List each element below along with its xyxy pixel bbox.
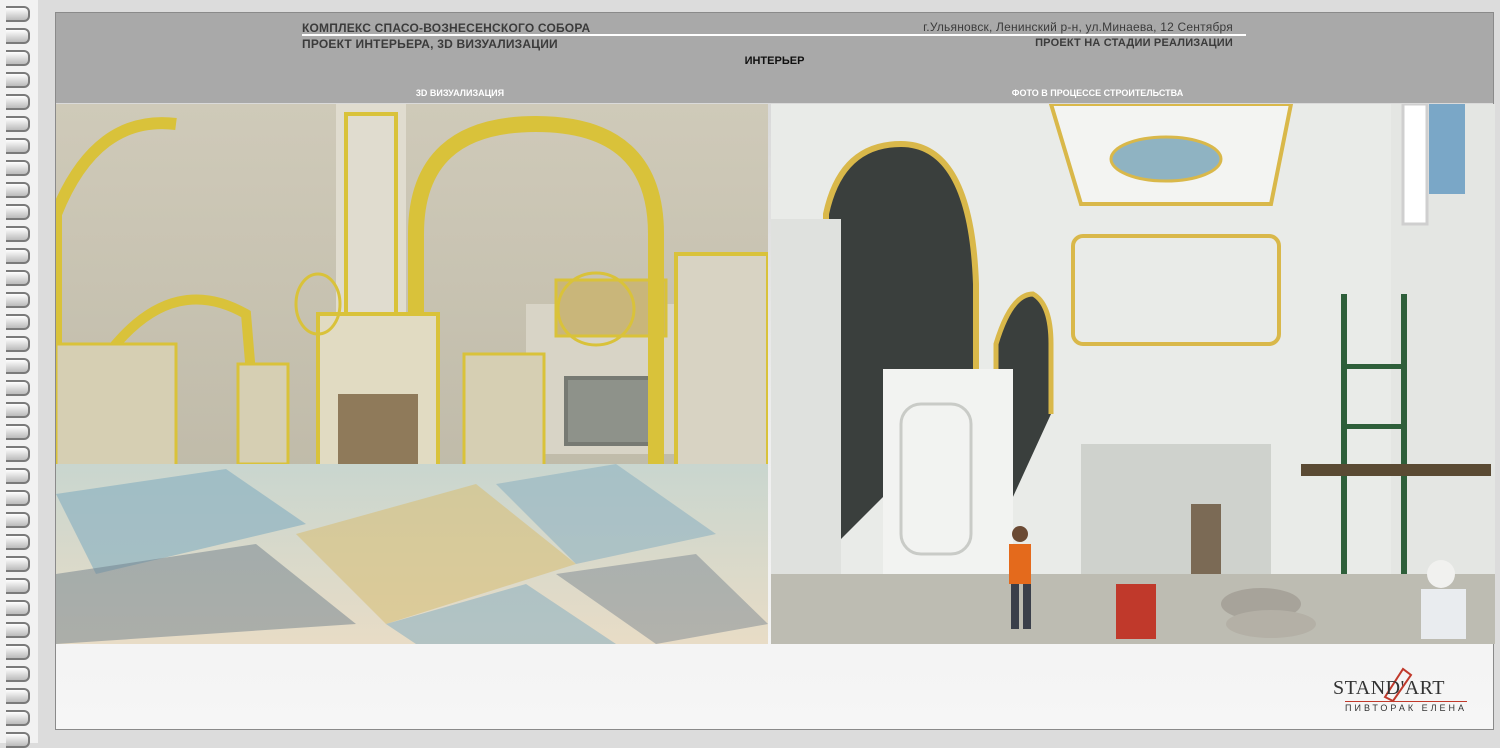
binding-ring [6, 578, 30, 594]
logo-brand: STAND'ART [1333, 677, 1445, 699]
studio-logo: STAND'ART ПИВТОРАК ЕЛЕНА [1307, 667, 1467, 715]
binding-ring [6, 512, 30, 528]
binding-ring [6, 160, 30, 176]
project-status: ПРОЕКТ НА СТАДИИ РЕАЛИЗАЦИИ [1035, 37, 1233, 49]
binding-ring [6, 138, 30, 154]
binding-ring [6, 380, 30, 396]
binding-ring [6, 50, 30, 66]
spiral-binding [0, 0, 38, 748]
binding-ring [6, 446, 30, 462]
binding-ring [6, 468, 30, 484]
binding-ring [6, 72, 30, 88]
binding-ring [6, 666, 30, 682]
binding-ring [6, 336, 30, 352]
binding-ring [6, 534, 30, 550]
binding-ring [6, 292, 30, 308]
project-address: г.Ульяновск, Ленинский р-н, ул.Минаева, … [923, 20, 1233, 34]
binding-ring [6, 622, 30, 638]
binding-ring [6, 732, 30, 748]
binding-ring [6, 270, 30, 286]
presentation-sheet: КОМПЛЕКС СПАСО-ВОЗНЕСЕНСКОГО СОБОРА ПРОЕ… [55, 12, 1495, 730]
left-column-label: 3D ВИЗУАЛИЗАЦИЯ [415, 88, 505, 98]
binding-ring [6, 226, 30, 242]
render-image-3d [56, 104, 768, 644]
binding-ring [6, 182, 30, 198]
right-column-label: ФОТО В ПРОЦЕССЕ СТРОИТЕЛЬСТВА [1011, 88, 1184, 98]
binding-ring [6, 600, 30, 616]
construction-photo [771, 104, 1495, 644]
binding-ring [6, 314, 30, 330]
project-subtitle: ПРОЕКТ ИНТЕРЬЕРА, 3D ВИЗУАЛИЗАЦИИ [302, 37, 558, 51]
header-divider [302, 34, 1246, 36]
binding-ring [6, 28, 30, 44]
section-title: ИНТЕРЬЕР [744, 55, 805, 67]
binding-ring [6, 710, 30, 726]
binding-ring [6, 490, 30, 506]
project-title: КОМПЛЕКС СПАСО-ВОЗНЕСЕНСКОГО СОБОРА [302, 21, 591, 35]
binding-ring [6, 644, 30, 660]
binding-ring [6, 424, 30, 440]
sheet-header: КОМПЛЕКС СПАСО-ВОЗНЕСЕНСКОГО СОБОРА ПРОЕ… [56, 13, 1493, 103]
binding-ring [6, 688, 30, 704]
binding-ring [6, 402, 30, 418]
binding-ring [6, 556, 30, 572]
binding-ring [6, 94, 30, 110]
binding-ring [6, 116, 30, 132]
logo-author: ПИВТОРАК ЕЛЕНА [1345, 701, 1467, 713]
binding-ring [6, 6, 30, 22]
binding-ring [6, 204, 30, 220]
binding-ring [6, 358, 30, 374]
binding-ring [6, 248, 30, 264]
